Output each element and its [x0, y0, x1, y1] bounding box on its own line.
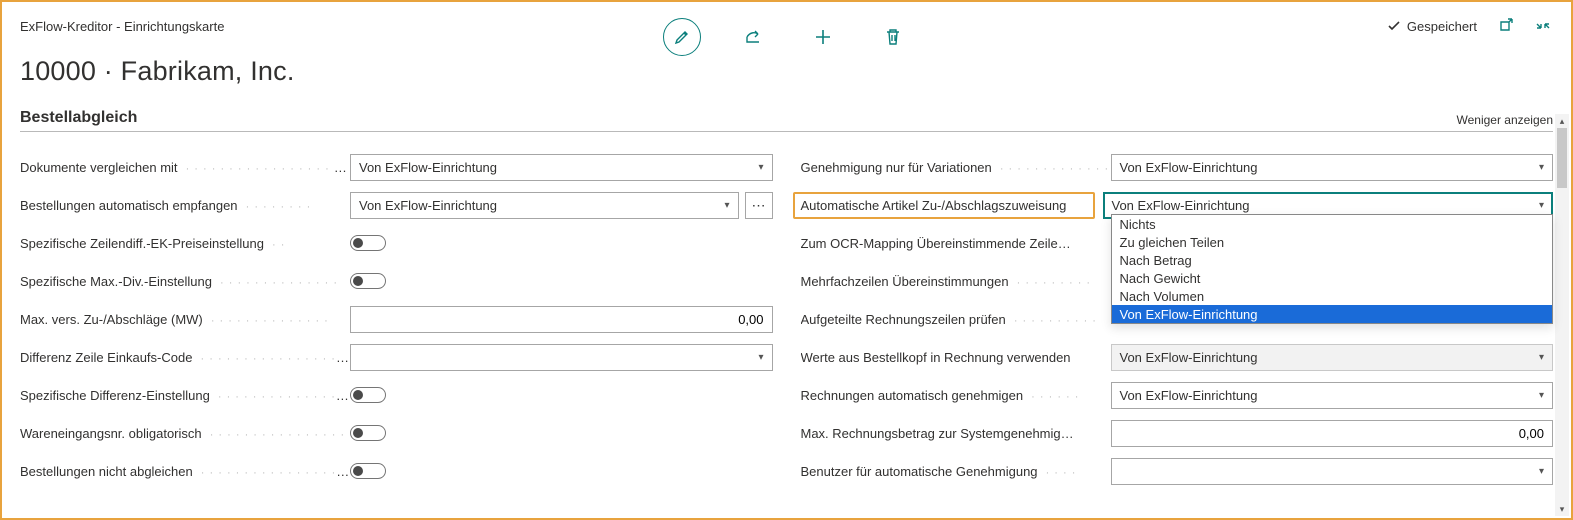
field-label: Differenz Zeile Einkaufs-Code · · · · · … — [20, 350, 350, 365]
compare-docs-select[interactable]: Von ExFlow-Einrichtung ▾ — [350, 154, 773, 181]
header-values-select[interactable]: Von ExFlow-Einrichtung ▾ — [1111, 344, 1554, 371]
field-label: Bestellungen nicht abgleichen · · · · · … — [20, 464, 350, 479]
delete-button[interactable] — [875, 19, 911, 55]
saved-label: Gespeichert — [1407, 19, 1477, 34]
dropdown-panel[interactable]: NichtsZu gleichen TeilenNach BetragNach … — [1111, 214, 1554, 324]
new-button[interactable] — [805, 19, 841, 55]
section-title[interactable]: Bestellabgleich — [20, 109, 137, 127]
dropdown-option[interactable]: Nach Betrag — [1112, 251, 1553, 269]
select-value: Von ExFlow-Einrichtung — [1112, 198, 1250, 213]
chevron-down-icon: ▾ — [1539, 162, 1544, 173]
diff-line-code-select[interactable]: ▾ — [350, 344, 773, 371]
right-column: Genehmigung nur für Variationen · · · · … — [801, 148, 1554, 490]
page-title: 10000 · Fabrikam, Inc. — [20, 56, 1553, 87]
chevron-down-icon: ▾ — [1539, 200, 1544, 211]
dropdown-option[interactable]: Nach Volumen — [1112, 287, 1553, 305]
field-label: Werte aus Bestellkopf in Rechnung verwen… — [801, 350, 1111, 365]
dropdown-option[interactable]: Nach Gewicht — [1112, 269, 1553, 287]
chevron-down-icon: ▾ — [1539, 390, 1544, 401]
trash-icon — [885, 28, 901, 46]
chevron-down-icon: ▾ — [758, 352, 763, 363]
pencil-icon — [674, 29, 690, 45]
spec-diff-toggle[interactable] — [350, 387, 386, 403]
field-label: Spezifische Differenz-Einstellung · · · … — [20, 388, 350, 403]
dropdown-option[interactable]: Von ExFlow-Einrichtung — [1112, 305, 1553, 323]
left-column: Dokumente vergleichen mit · · · · · · · … — [20, 148, 773, 490]
action-bar — [663, 18, 911, 56]
field-label: Zum OCR-Mapping Übereinstimmende Zeile… — [801, 236, 1111, 251]
chevron-down-icon: ▾ — [758, 162, 763, 173]
approval-variations-select[interactable]: Von ExFlow-Einrichtung ▾ — [1111, 154, 1554, 181]
auto-receive-select[interactable]: Von ExFlow-Einrichtung ▾ — [350, 192, 739, 219]
field-label: Benutzer für automatische Genehmigung · … — [801, 464, 1111, 479]
field-label: Dokumente vergleichen mit · · · · · · · … — [20, 160, 350, 175]
max-invoice-amount-input[interactable] — [1111, 420, 1554, 447]
select-value: Von ExFlow-Einrichtung — [359, 198, 497, 213]
plus-icon — [814, 28, 832, 46]
popout-icon — [1497, 18, 1513, 34]
field-label: Spezifische Max.-Div.-Einstellung · · · … — [20, 274, 350, 289]
select-value: Von ExFlow-Einrichtung — [1120, 388, 1258, 403]
max-charges-input[interactable] — [350, 306, 773, 333]
collapse-button[interactable] — [1533, 16, 1553, 36]
scroll-up-icon[interactable]: ▴ — [1555, 114, 1569, 128]
auto-approval-user-select[interactable]: ▾ — [1111, 458, 1554, 485]
edit-button[interactable] — [663, 18, 701, 56]
chevron-down-icon: ▾ — [724, 200, 729, 211]
scroll-down-icon[interactable]: ▾ — [1555, 502, 1569, 516]
scrollbar-thumb[interactable] — [1557, 128, 1567, 188]
check-icon — [1387, 19, 1401, 33]
saved-indicator: Gespeichert — [1387, 19, 1477, 34]
show-less-link[interactable]: Weniger anzeigen — [1456, 113, 1553, 127]
field-label: Spezifische Zeilendiff.-EK-Preiseinstell… — [20, 236, 350, 251]
share-button[interactable] — [735, 19, 771, 55]
dropdown-option[interactable]: Nichts — [1112, 215, 1553, 233]
dropdown-option[interactable]: Zu gleichen Teilen — [1112, 233, 1553, 251]
collapse-icon — [1535, 18, 1551, 34]
select-value: Von ExFlow-Einrichtung — [1120, 160, 1258, 175]
no-match-toggle[interactable] — [350, 463, 386, 479]
auto-approve-select[interactable]: Von ExFlow-Einrichtung ▾ — [1111, 382, 1554, 409]
receipt-no-toggle[interactable] — [350, 425, 386, 441]
chevron-down-icon: ▾ — [1539, 352, 1544, 363]
max-div-toggle[interactable] — [350, 273, 386, 289]
field-label: Max. vers. Zu-/Abschläge (MW) · · · · · … — [20, 312, 350, 327]
field-label: Genehmigung nur für Variationen · · · · … — [801, 160, 1111, 175]
field-label: Bestellungen automatisch empfangen · · ·… — [20, 198, 350, 213]
field-label: Aufgeteilte Rechnungszeilen prüfen · · ·… — [801, 312, 1111, 327]
breadcrumb: ExFlow-Kreditor - Einrichtungskarte — [20, 19, 224, 34]
field-label: Rechnungen automatisch genehmigen · · · … — [801, 388, 1111, 403]
field-label-highlighted: Automatische Artikel Zu-/Abschlagszuweis… — [793, 192, 1095, 219]
popout-button[interactable] — [1495, 16, 1515, 36]
chevron-down-icon: ▾ — [1539, 466, 1544, 477]
vertical-scrollbar[interactable]: ▴ ▾ — [1555, 114, 1569, 516]
share-icon — [744, 28, 762, 46]
field-label: Mehrfachzeilen Übereinstimmungen · · · ·… — [801, 274, 1111, 289]
select-value: Von ExFlow-Einrichtung — [1120, 350, 1258, 365]
line-diff-toggle[interactable] — [350, 235, 386, 251]
assist-edit-button[interactable]: ⋯ — [745, 192, 773, 219]
field-label: Max. Rechnungsbetrag zur Systemgenehmig… — [801, 426, 1111, 441]
field-label: Wareneingangsnr. obligatorisch · · · · ·… — [20, 426, 350, 441]
select-value: Von ExFlow-Einrichtung — [359, 160, 497, 175]
